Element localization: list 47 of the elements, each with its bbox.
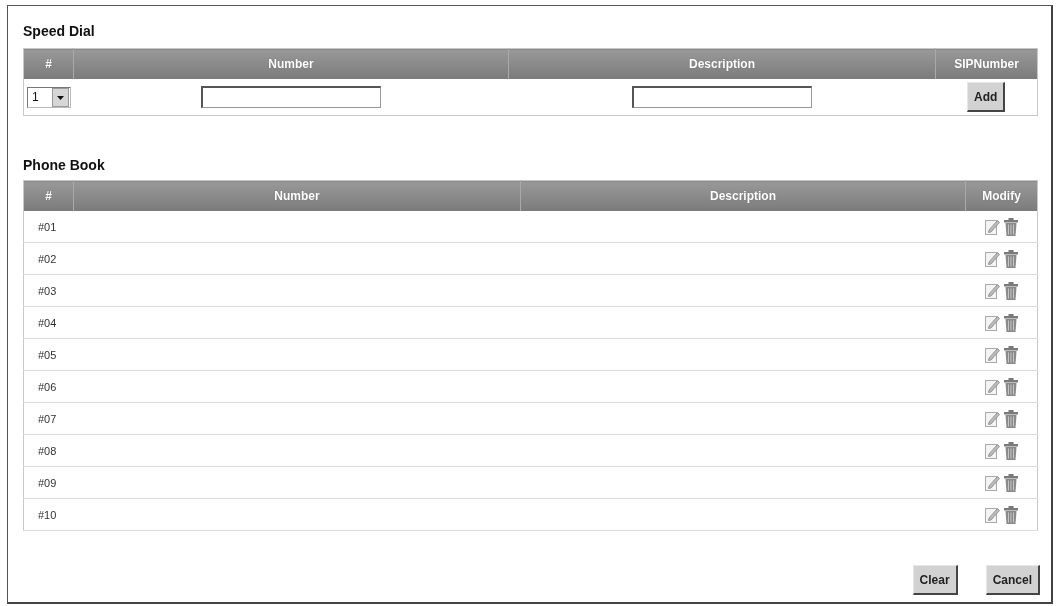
entry-index: #09 <box>38 476 57 489</box>
trash-icon[interactable] <box>1003 377 1018 396</box>
trash-icon[interactable] <box>1003 249 1018 268</box>
column-header: SIPNumber <box>954 57 1019 71</box>
caret-icon <box>52 87 69 107</box>
entry-index: #05 <box>38 348 57 361</box>
form-button[interactable]: Cancel <box>985 565 1040 595</box>
trash-icon[interactable] <box>1003 441 1018 460</box>
add-button[interactable]: Add <box>967 82 1006 112</box>
column-header: # <box>45 189 52 203</box>
edit-icon[interactable] <box>984 314 1000 331</box>
edit-icon[interactable] <box>984 218 1000 235</box>
entry-index: #10 <box>38 508 57 521</box>
edit-icon[interactable] <box>984 474 1000 491</box>
entry-index: #08 <box>38 444 57 457</box>
text-field[interactable] <box>201 86 381 108</box>
edit-icon[interactable] <box>984 442 1000 459</box>
entry-index: #07 <box>38 412 57 425</box>
trash-icon[interactable] <box>1003 409 1018 428</box>
column-header: Description <box>710 189 776 203</box>
entry-index: #04 <box>38 316 57 329</box>
edit-icon[interactable] <box>984 410 1000 427</box>
index-dropdown[interactable]: 1 <box>27 86 71 108</box>
entry-index: #03 <box>38 284 57 297</box>
edit-icon[interactable] <box>984 378 1000 395</box>
text-field[interactable] <box>632 86 812 108</box>
edit-icon[interactable] <box>984 506 1000 523</box>
trash-icon[interactable] <box>1003 473 1018 492</box>
column-header: Modify <box>982 189 1021 203</box>
section-title: Speed Dial <box>23 23 95 39</box>
edit-icon[interactable] <box>984 250 1000 267</box>
entry-index: #06 <box>38 380 57 393</box>
trash-icon[interactable] <box>1003 281 1018 300</box>
entry-index: #01 <box>38 220 57 233</box>
trash-icon[interactable] <box>1003 313 1018 332</box>
column-header: Description <box>689 57 755 71</box>
section-title: Phone Book <box>23 157 105 173</box>
form-button[interactable]: Clear <box>912 565 958 595</box>
edit-icon[interactable] <box>984 282 1000 299</box>
column-header: Number <box>274 189 320 203</box>
entry-index: #02 <box>38 252 57 265</box>
column-header: # <box>45 57 52 71</box>
trash-icon[interactable] <box>1003 345 1018 364</box>
column-header: Number <box>268 57 314 71</box>
edit-icon[interactable] <box>984 346 1000 363</box>
trash-icon[interactable] <box>1003 505 1018 524</box>
trash-icon[interactable] <box>1003 217 1018 236</box>
